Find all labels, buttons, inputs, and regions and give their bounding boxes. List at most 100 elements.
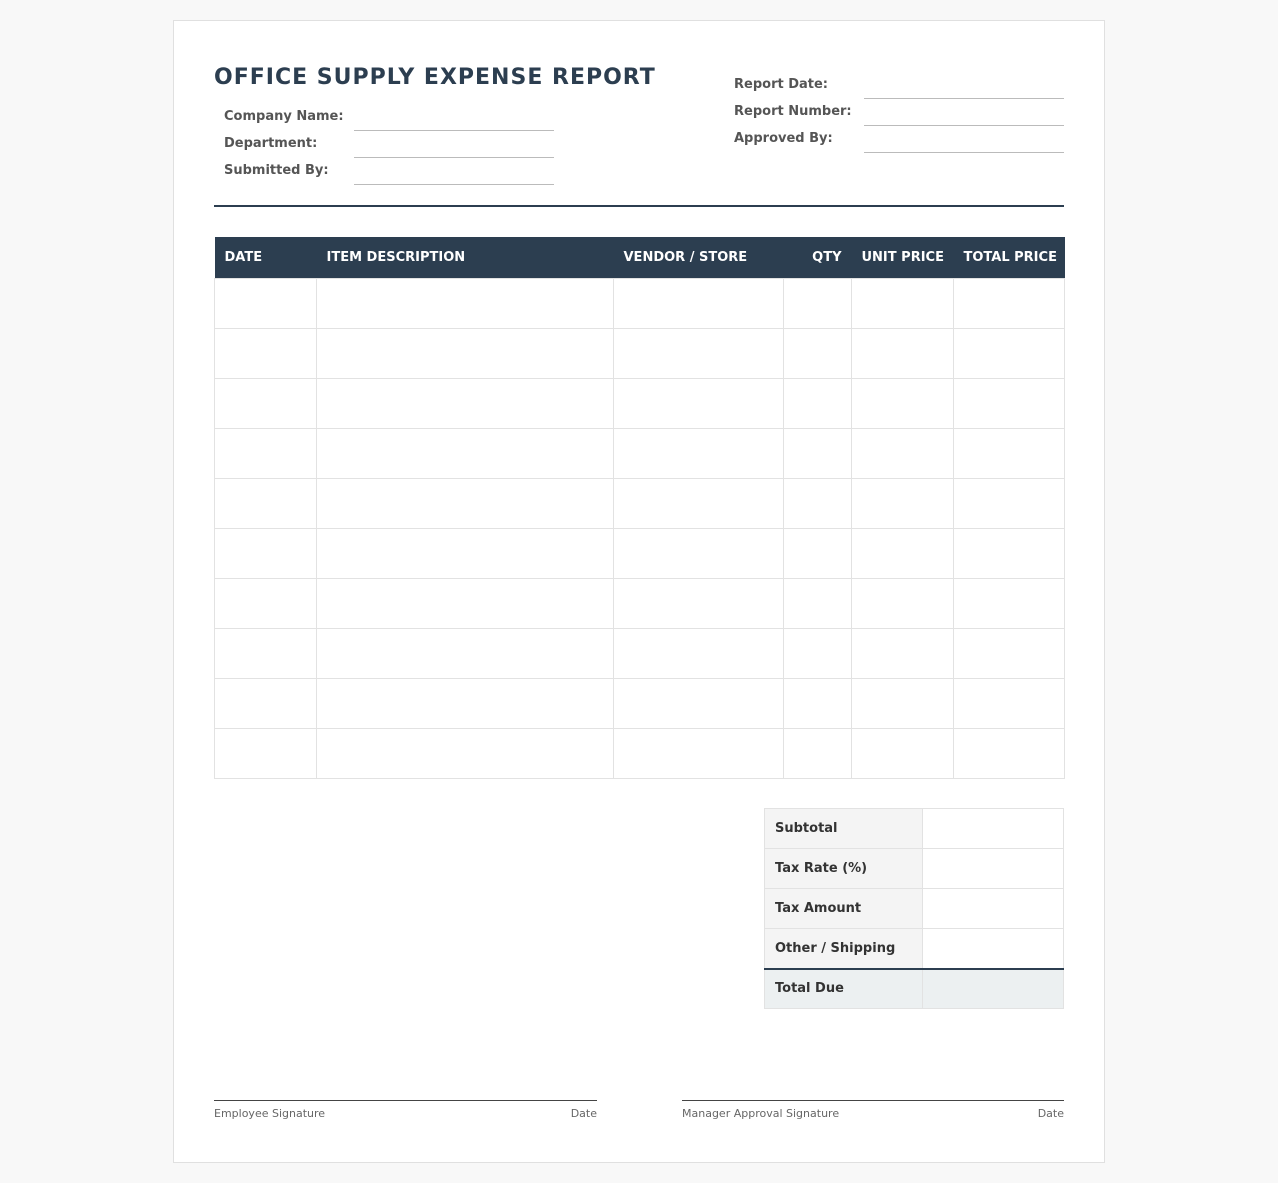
cell-vendor-store[interactable]: [613, 727, 784, 779]
cell-date[interactable]: [214, 427, 317, 479]
report-date-input[interactable]: [864, 79, 1064, 99]
cell-vendor-store[interactable]: [613, 527, 784, 579]
tax-amount-label: Tax Amount: [764, 888, 923, 929]
company-name-input[interactable]: [354, 111, 554, 131]
cell-qty[interactable]: [783, 477, 852, 529]
cell-total-price[interactable]: [953, 327, 1065, 379]
table-row: [214, 427, 1065, 479]
report-title: OFFICE SUPPLY EXPENSE REPORT: [214, 65, 656, 90]
cell-vendor-store[interactable]: [613, 577, 784, 629]
table-row: [214, 377, 1065, 429]
cell-vendor-store[interactable]: [613, 327, 784, 379]
cell-vendor-store[interactable]: [613, 477, 784, 529]
tax-rate-row: Tax Rate (%): [764, 848, 1064, 889]
cell-total-price[interactable]: [953, 277, 1065, 329]
department-input[interactable]: [354, 138, 554, 158]
cell-unit-price[interactable]: [851, 677, 954, 729]
cell-unit-price[interactable]: [851, 327, 954, 379]
cell-item-description[interactable]: [316, 327, 614, 379]
column-header-date: DATE: [214, 237, 317, 278]
column-header-total-price: TOTAL PRICE: [953, 237, 1065, 278]
cell-qty[interactable]: [783, 277, 852, 329]
cell-date[interactable]: [214, 727, 317, 779]
table-row: [214, 527, 1065, 579]
cell-unit-price[interactable]: [851, 477, 954, 529]
cell-item-description[interactable]: [316, 677, 614, 729]
tax-rate-value[interactable]: [922, 848, 1064, 889]
cell-qty[interactable]: [783, 577, 852, 629]
cell-date[interactable]: [214, 327, 317, 379]
report-number-field: Report Number:: [734, 104, 1064, 126]
cell-item-description[interactable]: [316, 377, 614, 429]
cell-date[interactable]: [214, 677, 317, 729]
cell-unit-price[interactable]: [851, 277, 954, 329]
cell-vendor-store[interactable]: [613, 627, 784, 679]
cell-item-description[interactable]: [316, 577, 614, 629]
cell-item-description[interactable]: [316, 427, 614, 479]
cell-date[interactable]: [214, 477, 317, 529]
approved-by-label: Approved By:: [734, 131, 833, 146]
cell-qty[interactable]: [783, 427, 852, 479]
cell-vendor-store[interactable]: [613, 377, 784, 429]
submitted-by-input[interactable]: [354, 165, 554, 185]
cell-qty[interactable]: [783, 527, 852, 579]
cell-qty[interactable]: [783, 677, 852, 729]
cell-total-price[interactable]: [953, 627, 1065, 679]
report-number-input[interactable]: [864, 106, 1064, 126]
approved-by-input[interactable]: [864, 133, 1064, 153]
total-due-row: Total Due: [764, 967, 1064, 1009]
cell-qty[interactable]: [783, 377, 852, 429]
cell-item-description[interactable]: [316, 627, 614, 679]
table-row: [214, 327, 1065, 379]
cell-vendor-store[interactable]: [613, 427, 784, 479]
cell-qty[interactable]: [783, 727, 852, 779]
manager-signature-line[interactable]: Manager Approval Signature Date: [682, 1100, 1064, 1122]
submitted-by-label: Submitted By:: [224, 163, 329, 178]
cell-total-price[interactable]: [953, 377, 1065, 429]
cell-date[interactable]: [214, 527, 317, 579]
subtotal-value[interactable]: [922, 808, 1064, 849]
cell-item-description[interactable]: [316, 277, 614, 329]
table-row: [214, 477, 1065, 529]
cell-vendor-store[interactable]: [613, 677, 784, 729]
cell-unit-price[interactable]: [851, 527, 954, 579]
total-due-value[interactable]: [922, 967, 1064, 1009]
expense-items-body: [214, 277, 1065, 779]
cell-item-description[interactable]: [316, 527, 614, 579]
cell-item-description[interactable]: [316, 727, 614, 779]
company-name-field: Company Name:: [224, 109, 554, 131]
cell-date[interactable]: [214, 627, 317, 679]
other-shipping-row: Other / Shipping: [764, 928, 1064, 969]
cell-unit-price[interactable]: [851, 427, 954, 479]
approved-by-field: Approved By:: [734, 131, 1064, 153]
cell-total-price[interactable]: [953, 477, 1065, 529]
cell-unit-price[interactable]: [851, 377, 954, 429]
cell-unit-price[interactable]: [851, 727, 954, 779]
table-row: [214, 577, 1065, 629]
cell-vendor-store[interactable]: [613, 277, 784, 329]
cell-total-price[interactable]: [953, 427, 1065, 479]
column-header-vendor-store: VENDOR / STORE: [613, 237, 784, 278]
cell-date[interactable]: [214, 277, 317, 329]
cell-total-price[interactable]: [953, 727, 1065, 779]
cell-unit-price[interactable]: [851, 627, 954, 679]
cell-total-price[interactable]: [953, 577, 1065, 629]
cell-qty[interactable]: [783, 627, 852, 679]
cell-item-description[interactable]: [316, 477, 614, 529]
table-row: [214, 677, 1065, 729]
report-number-label: Report Number:: [734, 104, 852, 119]
cell-total-price[interactable]: [953, 677, 1065, 729]
cell-total-price[interactable]: [953, 527, 1065, 579]
totals-table: Subtotal Tax Rate (%) Tax Amount Other /…: [764, 808, 1064, 1009]
tax-amount-value[interactable]: [922, 888, 1064, 929]
table-row: [214, 627, 1065, 679]
employee-signature-date-label: Date: [570, 1107, 597, 1120]
cell-date[interactable]: [214, 377, 317, 429]
cell-unit-price[interactable]: [851, 577, 954, 629]
cell-date[interactable]: [214, 577, 317, 629]
submitted-by-field: Submitted By:: [224, 163, 554, 185]
cell-qty[interactable]: [783, 327, 852, 379]
other-shipping-value[interactable]: [922, 928, 1064, 969]
subtotal-label: Subtotal: [764, 808, 923, 849]
employee-signature-line[interactable]: Employee Signature Date: [214, 1100, 597, 1122]
